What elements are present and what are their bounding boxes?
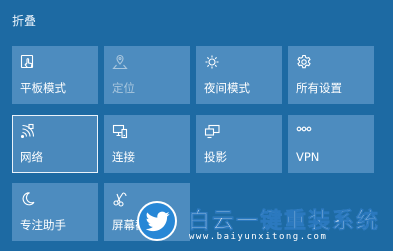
gear-icon xyxy=(296,54,312,70)
watermark-title: 白云一键重装系统 xyxy=(188,209,381,235)
tile-label: 网络 xyxy=(20,150,43,164)
collapse-link[interactable]: 折叠 xyxy=(12,12,36,29)
tile-all-settings[interactable]: 所有设置 xyxy=(288,46,374,104)
bird-icon xyxy=(137,201,177,241)
tile-connect[interactable]: 连接 xyxy=(104,115,190,173)
vpn-icon xyxy=(296,123,312,139)
watermark-logo: 白云一键重装系统 www.baiyunxitong.com xyxy=(137,201,393,251)
tile-label: 连接 xyxy=(112,150,135,164)
project-icon xyxy=(204,123,220,139)
tile-night-light[interactable]: 夜间模式 xyxy=(196,46,282,104)
tile-focus-assist[interactable]: 专注助手 xyxy=(12,183,98,241)
tile-location[interactable]: 定位 xyxy=(104,46,190,104)
location-icon xyxy=(112,54,128,70)
connect-icon xyxy=(112,123,128,139)
tile-label: 投影 xyxy=(204,150,227,164)
tile-project[interactable]: 投影 xyxy=(196,115,282,173)
night-light-icon xyxy=(204,54,220,70)
screen-snip-icon xyxy=(112,191,128,207)
tile-label: 定位 xyxy=(112,81,135,95)
tile-network[interactable]: 网络 xyxy=(12,115,98,173)
tile-label: 平板模式 xyxy=(20,81,66,95)
network-icon xyxy=(20,123,36,139)
focus-assist-icon xyxy=(20,191,36,207)
tile-vpn[interactable]: VPN xyxy=(288,115,374,173)
tile-label: 夜间模式 xyxy=(204,81,250,95)
tile-label: 所有设置 xyxy=(296,81,342,95)
tile-label: 专注助手 xyxy=(20,218,66,232)
tile-label: VPN xyxy=(296,150,320,164)
watermark-url: www.baiyunxitong.com xyxy=(189,232,328,242)
tile-tablet-mode[interactable]: 平板模式 xyxy=(12,46,98,104)
tablet-mode-icon xyxy=(20,54,36,70)
